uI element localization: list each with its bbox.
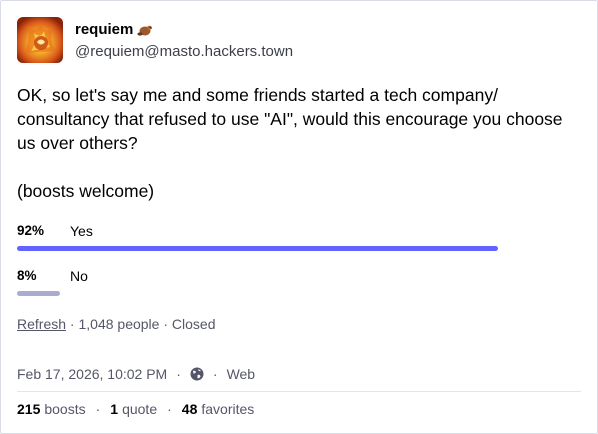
content-paragraph: OK, so let's say me and some friends sta…	[17, 85, 563, 153]
separator-dot: ·	[176, 366, 181, 382]
separator-dot: ·	[163, 316, 172, 332]
boosts-link[interactable]: 215 boosts	[17, 401, 86, 417]
display-name[interactable]: requiem	[75, 20, 293, 39]
poll-option-label: Yes	[70, 223, 93, 239]
status-meta: Feb 17, 2026, 10:02 PM · · Web	[17, 366, 255, 382]
poll-option-percent: 92%	[17, 223, 45, 238]
separator-dot: ·	[167, 401, 172, 417]
globe-icon	[190, 367, 204, 381]
status-card: requiem @requiem@masto.hackers.town OK, …	[0, 0, 598, 434]
poll-option-no: 8% No	[17, 264, 542, 309]
poll-option-bar	[17, 291, 60, 296]
status-stats: 215 boosts · 1 quote · 48 favorites	[17, 401, 254, 417]
poll-voter-count: 1,048 people	[78, 316, 160, 332]
status-content: OK, so let's say me and some friends sta…	[17, 83, 577, 203]
content-paragraph: (boosts welcome)	[17, 181, 155, 201]
beaver-emoji-icon	[137, 22, 153, 38]
poll-status: Closed	[171, 316, 216, 332]
status-application: Web	[226, 366, 256, 382]
status-header: requiem @requiem@masto.hackers.town	[17, 17, 293, 63]
account-handle[interactable]: @requiem@masto.hackers.town	[75, 42, 293, 61]
poll-refresh-link[interactable]: Refresh	[17, 316, 66, 332]
favorites-label: favorites	[201, 401, 255, 417]
poll-option-label: No	[70, 268, 88, 284]
poll-option-percent: 8%	[17, 268, 37, 283]
avatar[interactable]	[17, 17, 63, 63]
quotes-link[interactable]: 1 quote	[110, 401, 157, 417]
quotes-label: quote	[122, 401, 158, 417]
poll-option-bar	[17, 246, 498, 251]
display-name-text: requiem	[75, 21, 134, 38]
favorites-count: 48	[181, 401, 198, 417]
poll-option-yes: 92% Yes	[17, 219, 542, 264]
separator-dot: ·	[212, 366, 218, 382]
boosts-count: 215	[17, 401, 41, 417]
separator-dot: ·	[95, 401, 101, 417]
boosts-label: boosts	[44, 401, 86, 417]
poll: 92% Yes 8% No	[17, 219, 542, 309]
poll-footer: Refresh · 1,048 people · Closed	[17, 316, 216, 332]
quotes-count: 1	[110, 401, 119, 417]
status-timestamp[interactable]: Feb 17, 2026, 10:02 PM	[17, 366, 167, 382]
divider	[17, 391, 581, 392]
favorites-link[interactable]: 48 favorites	[182, 401, 255, 417]
